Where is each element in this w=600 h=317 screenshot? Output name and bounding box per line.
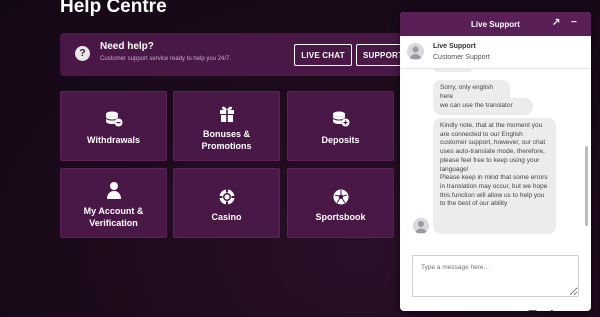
support-button[interactable]: SUPPORT	[356, 44, 406, 66]
chat-message: Kindly note, that at the moment you are …	[433, 118, 556, 234]
tile-label: Withdrawals	[87, 135, 140, 145]
tile-label: Sportsbook	[315, 212, 366, 222]
user-icon	[106, 177, 121, 199]
soccer-ball-icon	[333, 183, 349, 205]
casino-chip-icon	[219, 183, 235, 205]
minimize-icon[interactable]: −	[571, 18, 577, 28]
message-input[interactable]	[412, 255, 579, 297]
tile-sportsbook[interactable]: Sportsbook	[287, 168, 394, 238]
chat-bubble-clipped	[433, 69, 473, 72]
help-banner: ? Need help? Customer support service re…	[60, 33, 406, 76]
help-title: Need help?	[100, 41, 154, 52]
chat-header-title: Live Support	[471, 19, 520, 29]
message-avatar	[413, 218, 429, 234]
coins-plus-icon	[332, 106, 350, 128]
live-support-widget: Live Support ↗ − Live Support Customer S…	[400, 12, 591, 311]
question-mark-icon: ?	[75, 46, 90, 61]
tile-label: Bonuses & Promotions	[201, 129, 252, 151]
help-subtitle: Customer support service ready to help y…	[100, 56, 232, 62]
expand-icon[interactable]: ↗	[552, 18, 560, 28]
chat-header: Live Support ↗ −	[400, 12, 591, 36]
gift-icon	[219, 100, 235, 122]
coins-minus-icon	[105, 106, 123, 128]
tile-label: My Account & Verification	[83, 206, 144, 228]
tile-label: Casino	[211, 212, 242, 222]
tile-casino[interactable]: Casino	[173, 168, 280, 238]
tile-withdrawals[interactable]: Withdrawals	[60, 91, 167, 161]
more-options-icon[interactable]	[565, 310, 574, 311]
tile-bonuses-promotions[interactable]: Bonuses & Promotions	[173, 91, 280, 161]
agent-bar: Live Support Customer Support	[400, 36, 591, 69]
agent-avatar	[407, 43, 424, 60]
emoji-icon[interactable]	[528, 310, 537, 311]
agent-name: Live Support	[433, 43, 476, 50]
chat-message: we can use the translator	[433, 98, 533, 115]
tile-my-account-verification[interactable]: My Account & Verification	[60, 168, 167, 238]
tile-deposits[interactable]: Deposits	[287, 91, 394, 161]
page-title: Help Centre	[60, 0, 167, 17]
tile-label: Deposits	[321, 135, 360, 145]
live-chat-button[interactable]: LIVE CHAT	[294, 44, 352, 66]
attachment-icon[interactable]	[546, 310, 555, 311]
message-list[interactable]: Sorry, only english here we can use the …	[400, 69, 591, 243]
chat-scrollbar[interactable]	[585, 146, 588, 226]
agent-role: Customer Support	[433, 54, 490, 61]
